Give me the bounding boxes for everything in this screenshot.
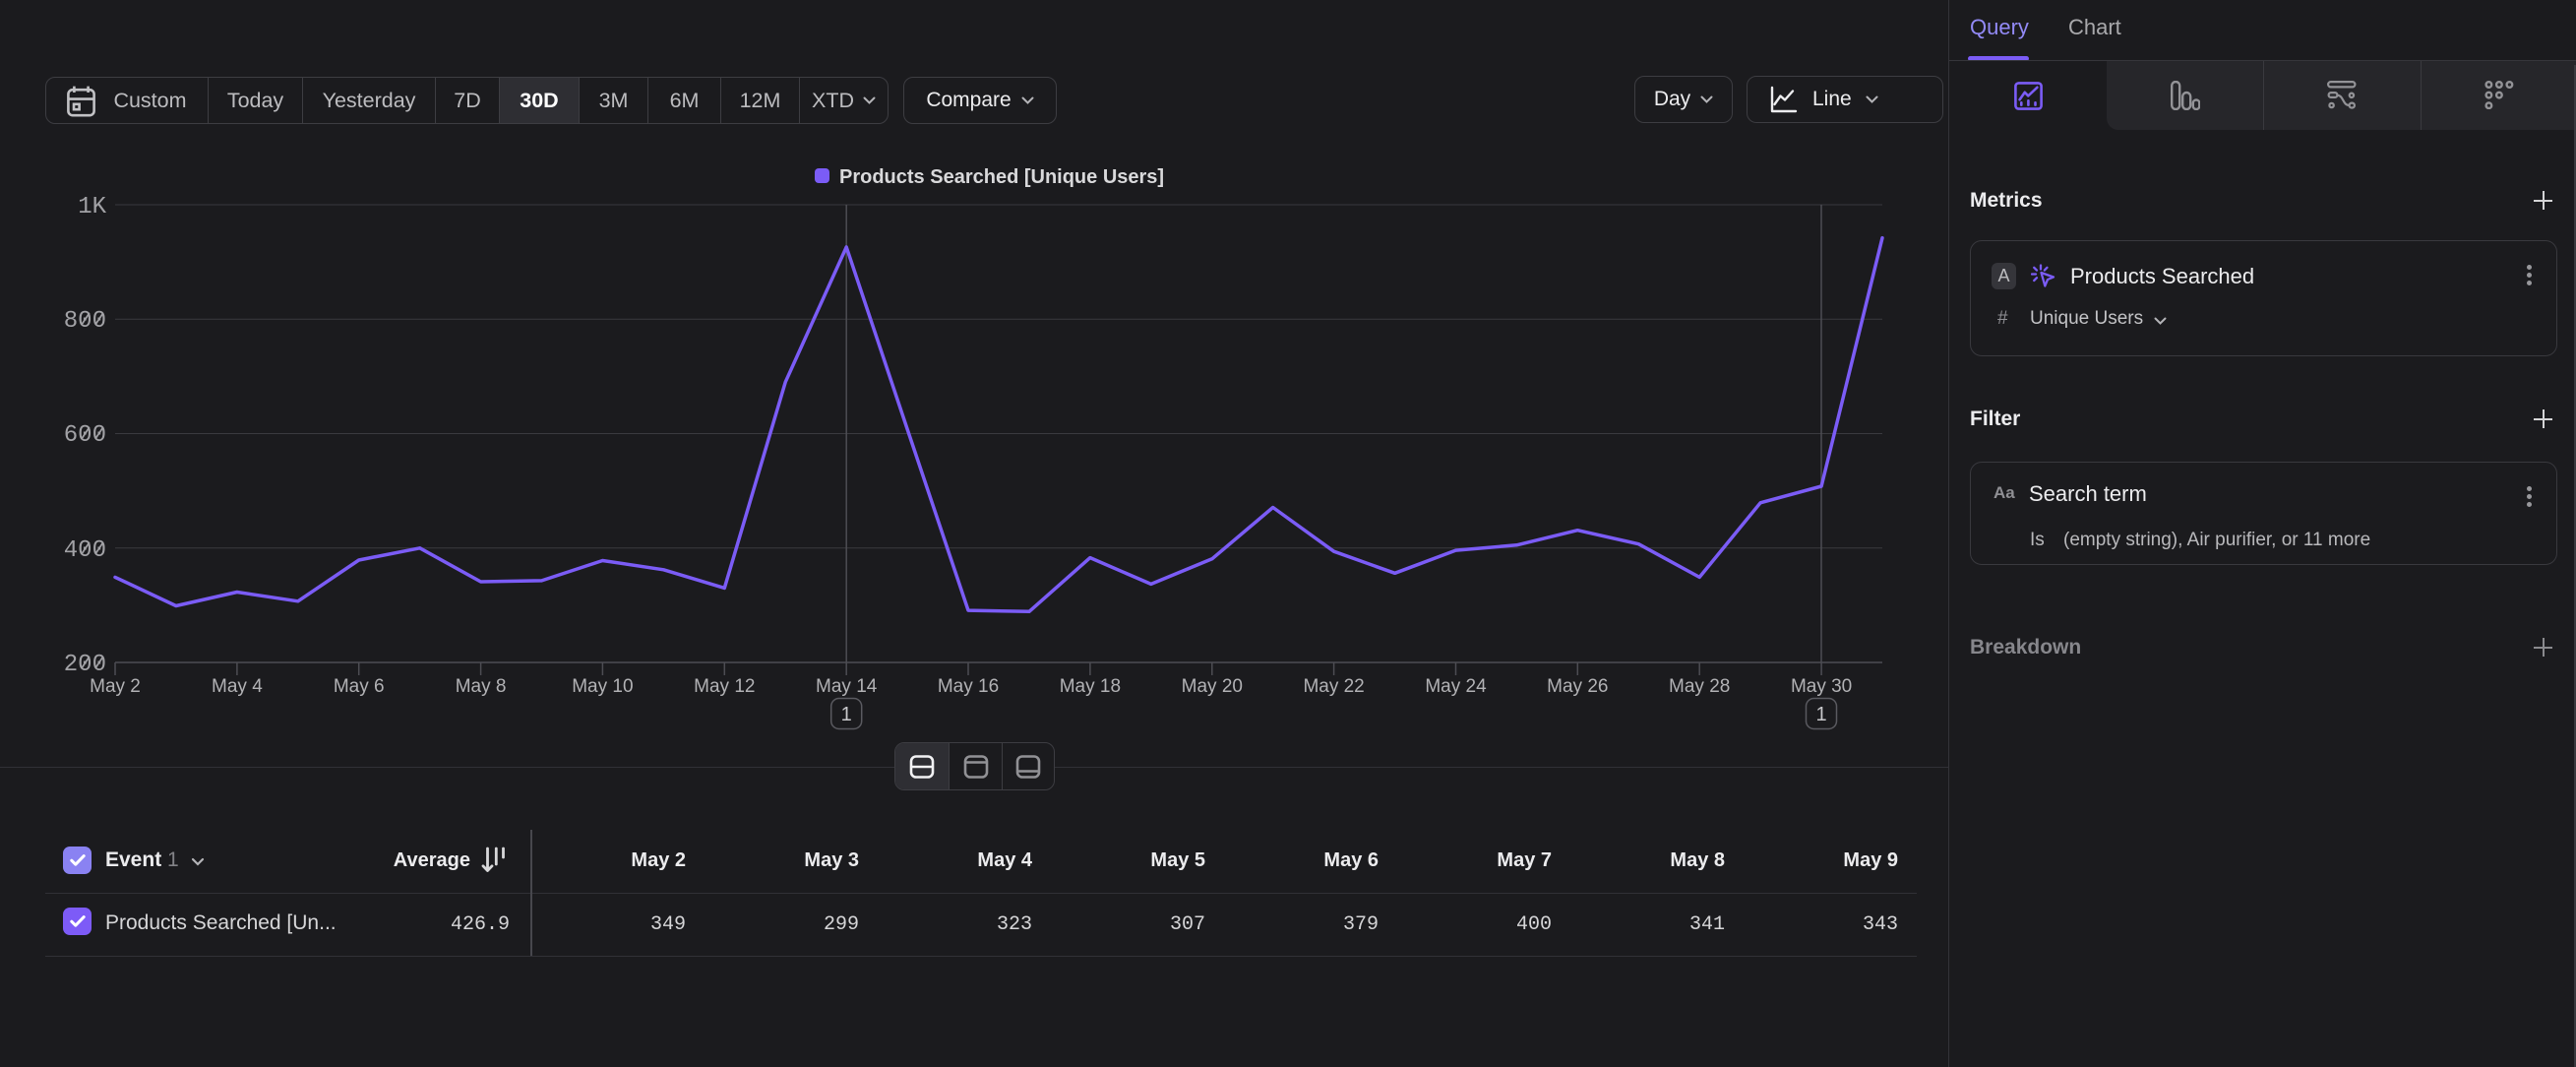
svg-text:May 24: May 24 [1425, 676, 1487, 697]
svg-text:May 10: May 10 [572, 676, 633, 697]
svg-text:800: 800 [64, 308, 106, 335]
svg-text:1: 1 [1815, 704, 1826, 725]
svg-text:600: 600 [64, 422, 106, 449]
svg-text:Products Searched [Unique User: Products Searched [Unique Users] [839, 166, 1164, 188]
svg-text:1K: 1K [78, 194, 106, 220]
svg-text:May 18: May 18 [1060, 676, 1121, 697]
svg-text:May 20: May 20 [1182, 676, 1243, 697]
svg-text:May 8: May 8 [456, 676, 507, 697]
svg-text:May 14: May 14 [816, 676, 878, 697]
svg-text:1: 1 [841, 704, 852, 725]
svg-text:May 6: May 6 [334, 676, 385, 697]
svg-text:May 22: May 22 [1303, 676, 1364, 697]
svg-text:May 30: May 30 [1791, 676, 1852, 697]
svg-text:May 4: May 4 [212, 676, 263, 697]
svg-text:May 16: May 16 [938, 676, 999, 697]
svg-text:May 2: May 2 [90, 676, 141, 697]
svg-text:200: 200 [64, 652, 106, 678]
svg-text:400: 400 [64, 537, 106, 564]
svg-text:May 26: May 26 [1547, 676, 1608, 697]
svg-text:May 28: May 28 [1669, 676, 1730, 697]
svg-text:May 12: May 12 [694, 676, 755, 697]
